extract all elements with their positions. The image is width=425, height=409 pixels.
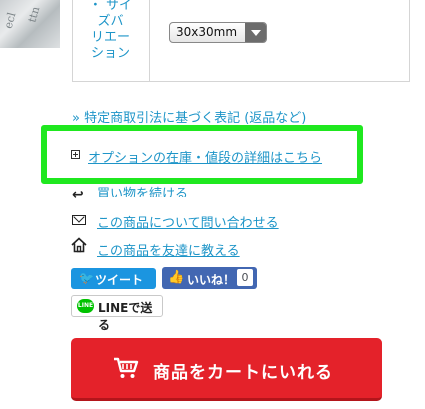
add-to-cart-label: 商品をカートにいれる <box>153 363 333 383</box>
like-label: いいね！ <box>187 273 236 287</box>
variation-label-line: リエー <box>90 30 130 45</box>
thumbnail-text-texture: ttn <box>25 5 43 24</box>
continue-shopping-link[interactable]: 買い物を続ける <box>97 183 188 197</box>
tell-friend-link[interactable]: この商品を友達に教える <box>97 240 240 259</box>
shopping-arrow-icon: ↩ <box>72 187 84 203</box>
tokushoho-link[interactable]: » 特定商取引法に基づく表記 (返品など) <box>72 107 306 126</box>
options-detail-link[interactable]: オプションの在庫・値段の詳細はこちら <box>88 147 322 166</box>
plus-square-icon[interactable] <box>71 150 80 159</box>
variation-label-line: ・ サイ <box>88 0 133 13</box>
inquiry-link[interactable]: この商品について問い合わせる <box>97 212 279 231</box>
thumbs-up-icon: 👍 <box>168 270 185 285</box>
facebook-like-button[interactable]: 👍 いいね！ 0 <box>162 267 257 289</box>
size-select-value: 30x30mm <box>176 25 238 39</box>
like-count: 0 <box>237 269 253 286</box>
home-icon <box>71 237 87 253</box>
mail-icon <box>72 215 86 225</box>
tweet-label: ツイート <box>95 273 144 287</box>
cart-icon <box>114 357 139 378</box>
chevron-down-icon[interactable] <box>245 23 266 42</box>
variation-label: ・ サイ ズバ リエー ション <box>83 0 138 62</box>
thumbnail-text-texture: ecl <box>1 10 19 31</box>
variation-label-line: ション <box>90 46 130 61</box>
line-label: LINEで送る <box>98 301 153 332</box>
variation-table: ・ サイ ズバ リエー ション 30x30mm <box>72 0 410 82</box>
variation-label-line: ズバ <box>97 14 124 29</box>
line-icon: LINE <box>77 299 94 313</box>
twitter-bird-icon: 🐦 <box>79 271 94 285</box>
add-to-cart-button[interactable]: 商品をカートにいれる <box>71 338 382 401</box>
tweet-button[interactable]: 🐦 ツイート <box>71 268 156 289</box>
line-share-button[interactable]: LINE LINEで送る <box>71 295 163 332</box>
variation-label-cell: ・ サイ ズバ リエー ション <box>73 0 150 82</box>
size-select[interactable]: 30x30mm <box>169 22 267 43</box>
product-thumbnail[interactable]: ecl ttn <box>0 0 60 48</box>
